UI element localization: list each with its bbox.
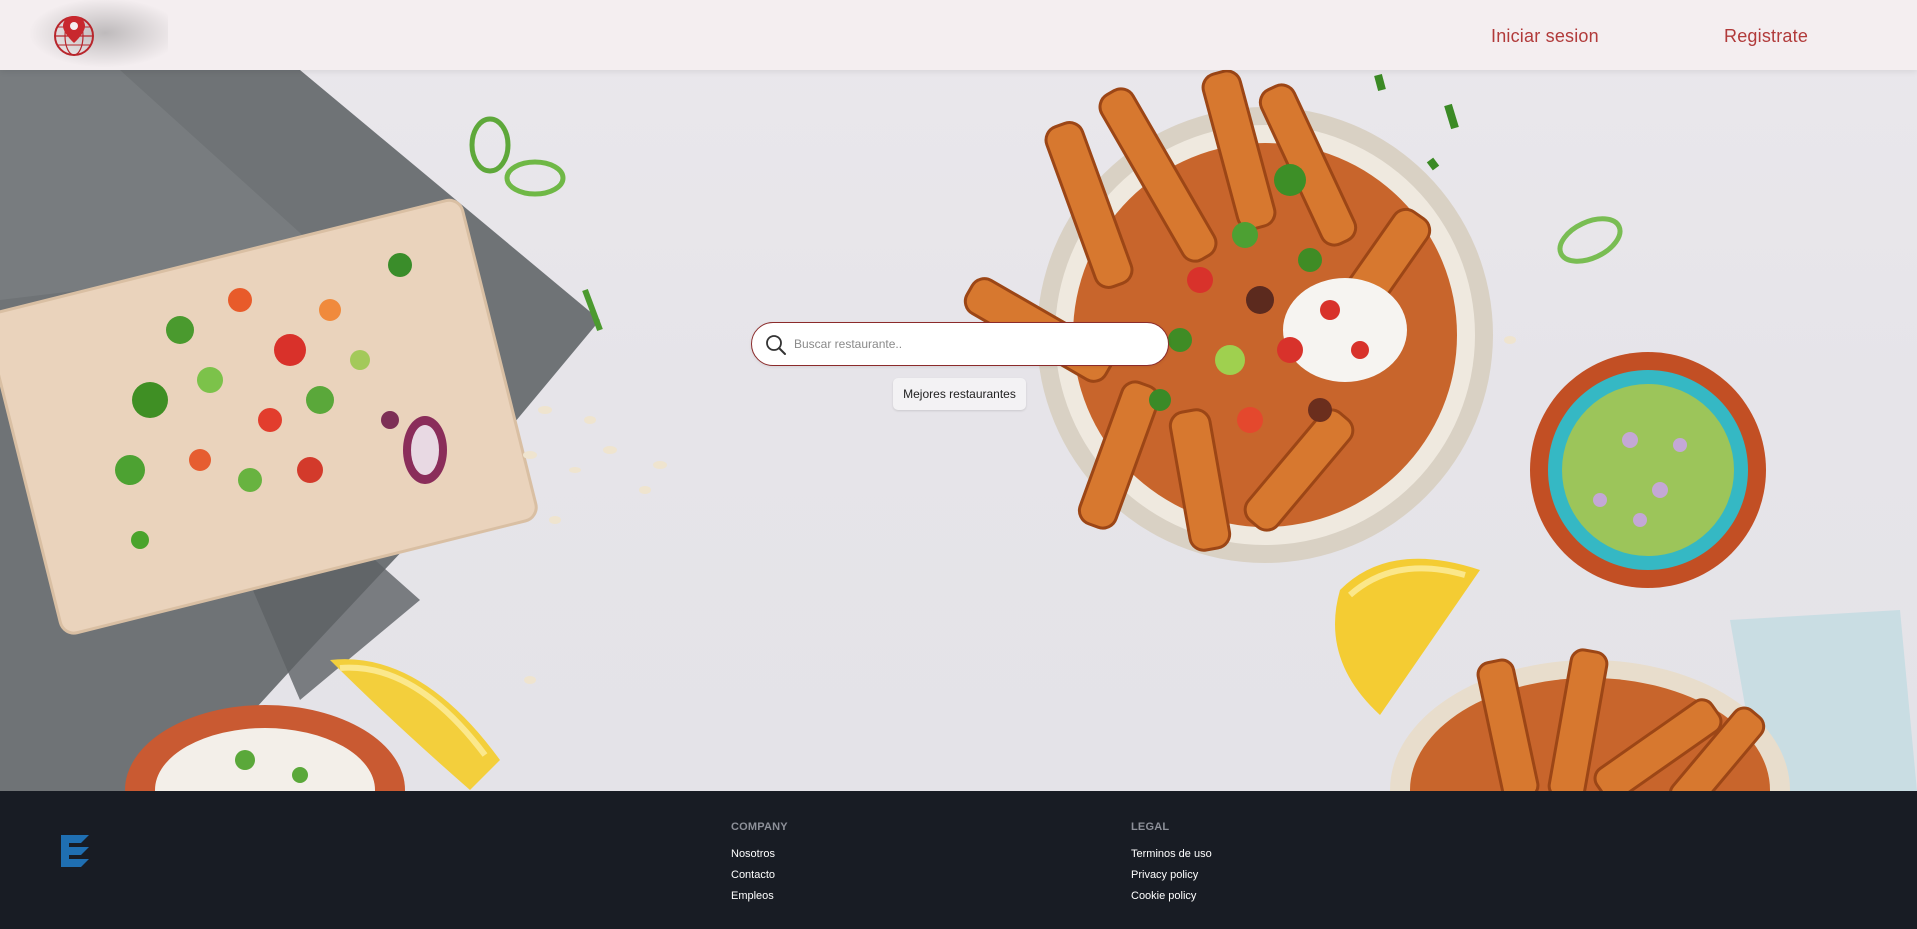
footer-heading-company: Company [731,821,788,833]
search-input[interactable] [794,323,1154,364]
footer-link-contacto[interactable]: Contacto [731,869,788,882]
map-pin-globe-icon [54,16,94,56]
search-icon [766,335,786,355]
footer-column-legal: Legal Terminos de uso Privacy policy Coo… [1131,821,1212,911]
footer-link-nosotros[interactable]: Nosotros [731,848,788,861]
footer-heading-legal: Legal [1131,821,1170,833]
best-restaurants-button[interactable]: Mejores restaurantes [893,378,1026,410]
site-footer: Company Nosotros Contacto Empleos Legal … [0,791,1917,929]
footer-link-terms[interactable]: Terminos de uso [1131,848,1212,861]
register-link[interactable]: Registrate [1724,26,1808,47]
footer-link-privacy[interactable]: Privacy policy [1131,869,1212,882]
login-link[interactable]: Iniciar sesion [1491,26,1599,47]
site-logo[interactable] [28,0,168,68]
stacked-chevrons-logo-icon [61,835,89,867]
footer-link-empleos[interactable]: Empleos [731,890,788,903]
restaurant-search-box [751,322,1169,366]
footer-column-company: Company Nosotros Contacto Empleos [731,821,788,911]
top-navbar: Iniciar sesion Registrate [0,0,1917,70]
footer-link-cookies[interactable]: Cookie policy [1131,890,1212,903]
